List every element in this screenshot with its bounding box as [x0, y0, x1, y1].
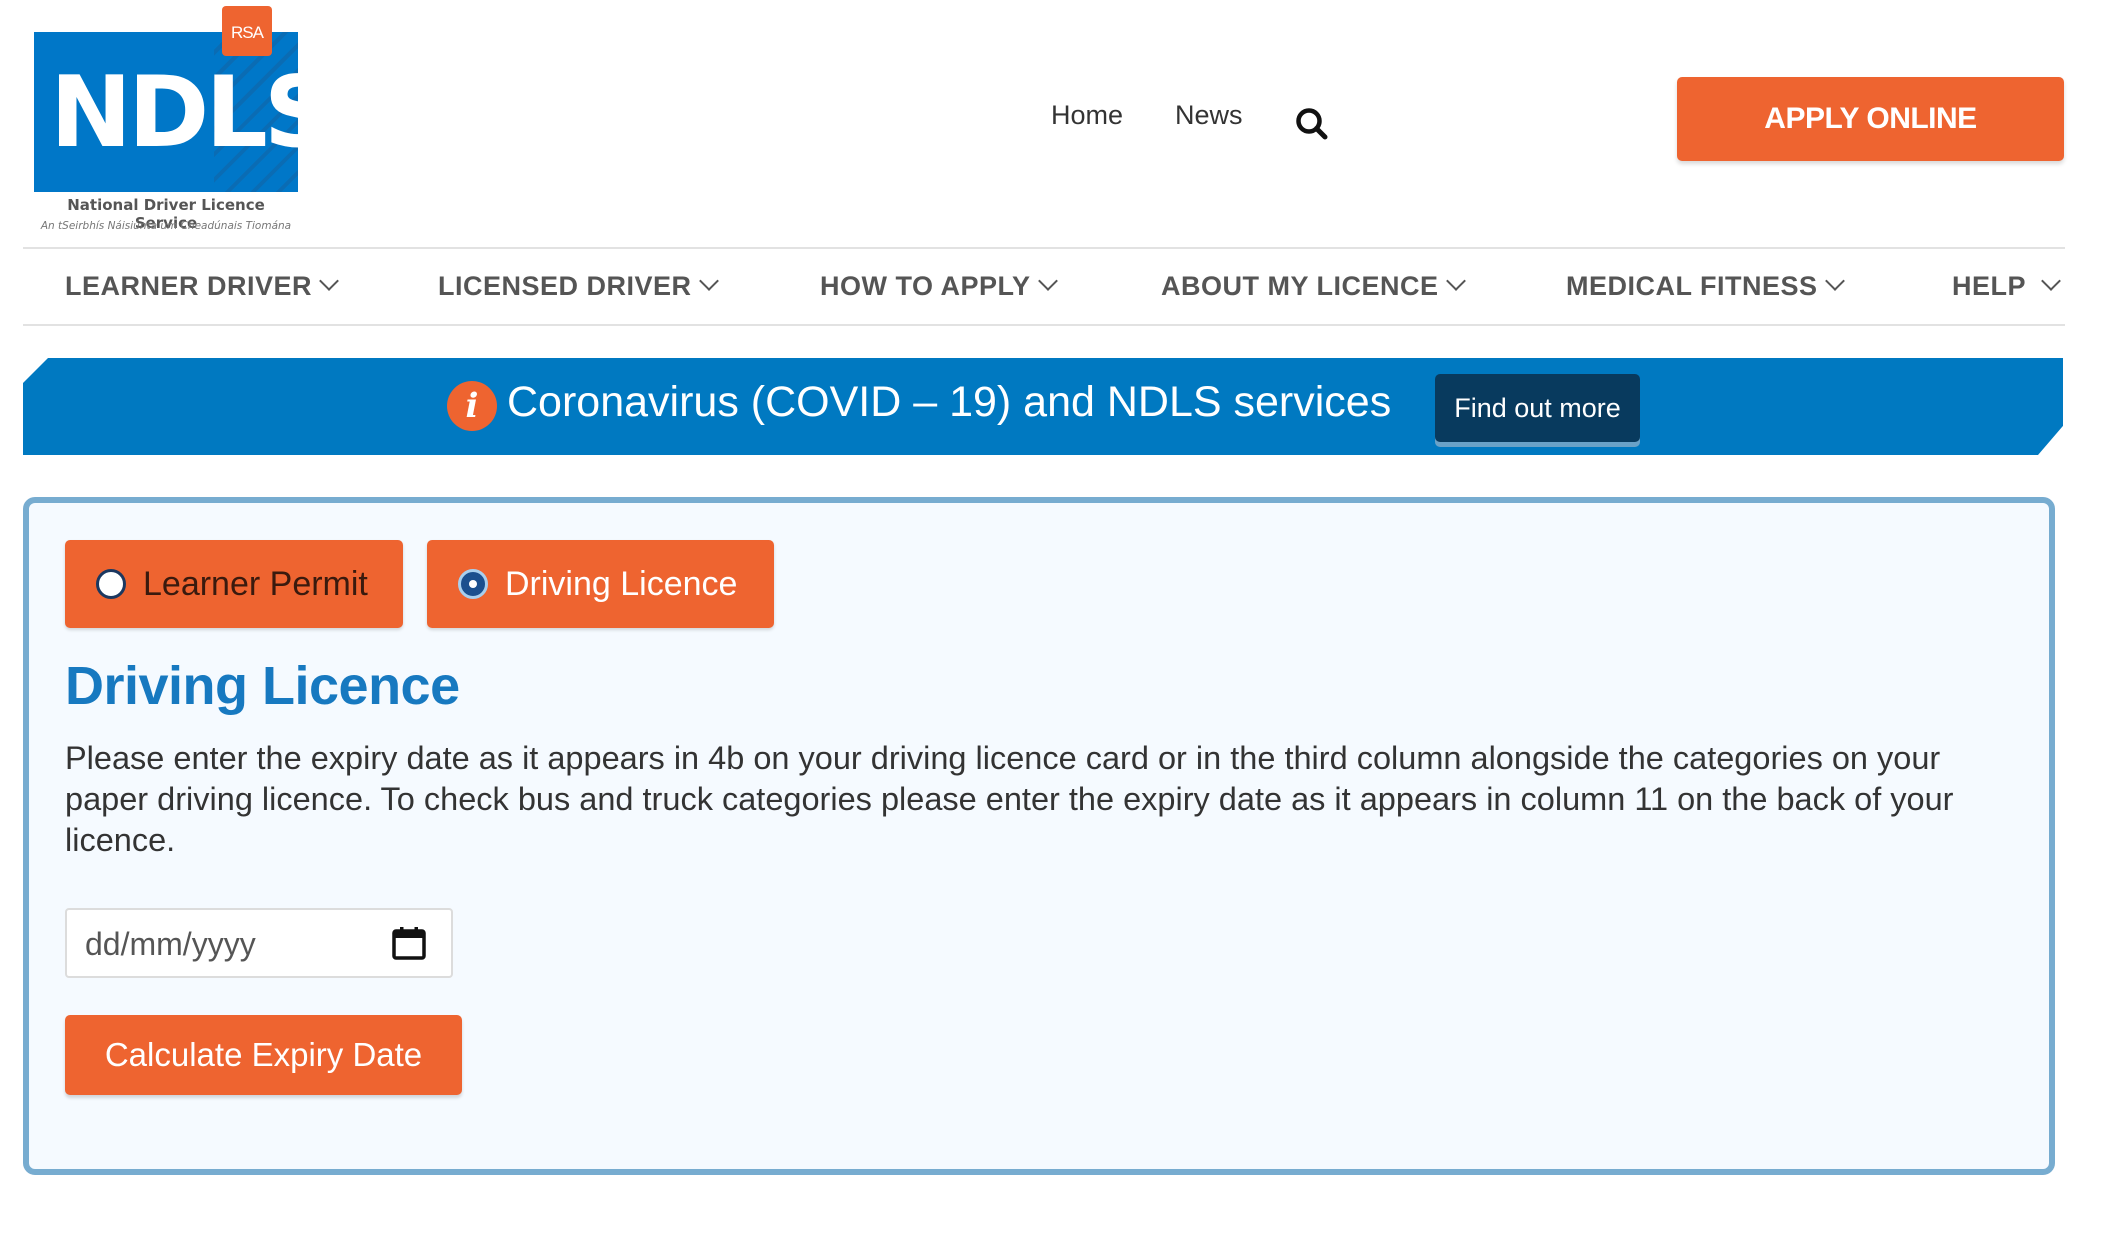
- chevron-down-icon: [698, 271, 719, 291]
- option-label: Learner Permit: [143, 565, 368, 603]
- chevron-down-icon: [1824, 271, 1845, 291]
- chevron-down-icon: [1445, 271, 1466, 291]
- radio-unchecked[interactable]: [96, 569, 126, 599]
- nav-item-licensed-driver[interactable]: LICENSED DRIVER: [438, 271, 719, 302]
- radio-checked[interactable]: [458, 569, 488, 599]
- chevron-down-icon: [319, 271, 339, 291]
- news-link[interactable]: News: [1175, 100, 1243, 131]
- nav-item-help[interactable]: HELP: [1952, 271, 2061, 302]
- expiry-date-field: [65, 908, 453, 978]
- main-nav: LEARNER DRIVER LICENSED DRIVER HOW TO AP…: [23, 247, 2065, 326]
- search-icon[interactable]: [1294, 106, 1330, 142]
- learner-permit-option[interactable]: Learner Permit: [65, 540, 403, 628]
- nav-item-label: ABOUT MY LICENCE: [1161, 271, 1439, 301]
- chevron-down-icon: [1037, 271, 1058, 291]
- logo-subtitle-irish: An tSeirbhís Náisiúnta um Cheadúnais Tio…: [40, 220, 292, 232]
- apply-online-button[interactable]: APPLY ONLINE: [1677, 77, 2064, 161]
- nav-item-label: HELP: [1952, 271, 2027, 301]
- nav-item-medical-fitness[interactable]: MEDICAL FITNESS: [1566, 271, 1845, 302]
- option-label: Driving Licence: [505, 565, 738, 603]
- expiry-date-input[interactable]: [83, 920, 387, 968]
- nav-item-label: LEARNER DRIVER: [65, 271, 313, 301]
- calculate-expiry-date-button[interactable]: Calculate Expiry Date: [65, 1015, 462, 1095]
- home-link[interactable]: Home: [1051, 100, 1123, 131]
- nav-item-learner-driver[interactable]: LEARNER DRIVER: [65, 271, 339, 302]
- find-out-more-button[interactable]: Find out more: [1435, 374, 1640, 442]
- info-icon: i: [447, 381, 497, 431]
- nav-item-about-my-licence[interactable]: ABOUT MY LICENCE: [1161, 271, 1466, 302]
- nav-item-label: MEDICAL FITNESS: [1566, 271, 1818, 301]
- banner-text: Coronavirus (COVID – 19) and NDLS servic…: [507, 378, 1392, 426]
- ndls-logo[interactable]: NDLS RSA National Driver Licence Service…: [34, 6, 334, 236]
- rsa-badge: RSA: [222, 6, 272, 56]
- logo-wordmark: NDLS: [50, 56, 334, 170]
- nav-item-how-to-apply[interactable]: HOW TO APPLY: [820, 271, 1058, 302]
- nav-item-label: HOW TO APPLY: [820, 271, 1031, 301]
- form-title: Driving Licence: [65, 656, 460, 716]
- chevron-down-icon: [2041, 271, 2061, 291]
- calendar-icon[interactable]: [390, 924, 428, 962]
- nav-item-label: LICENSED DRIVER: [438, 271, 692, 301]
- form-description: Please enter the expiry date as it appea…: [65, 740, 1954, 858]
- driving-licence-option[interactable]: Driving Licence: [427, 540, 774, 628]
